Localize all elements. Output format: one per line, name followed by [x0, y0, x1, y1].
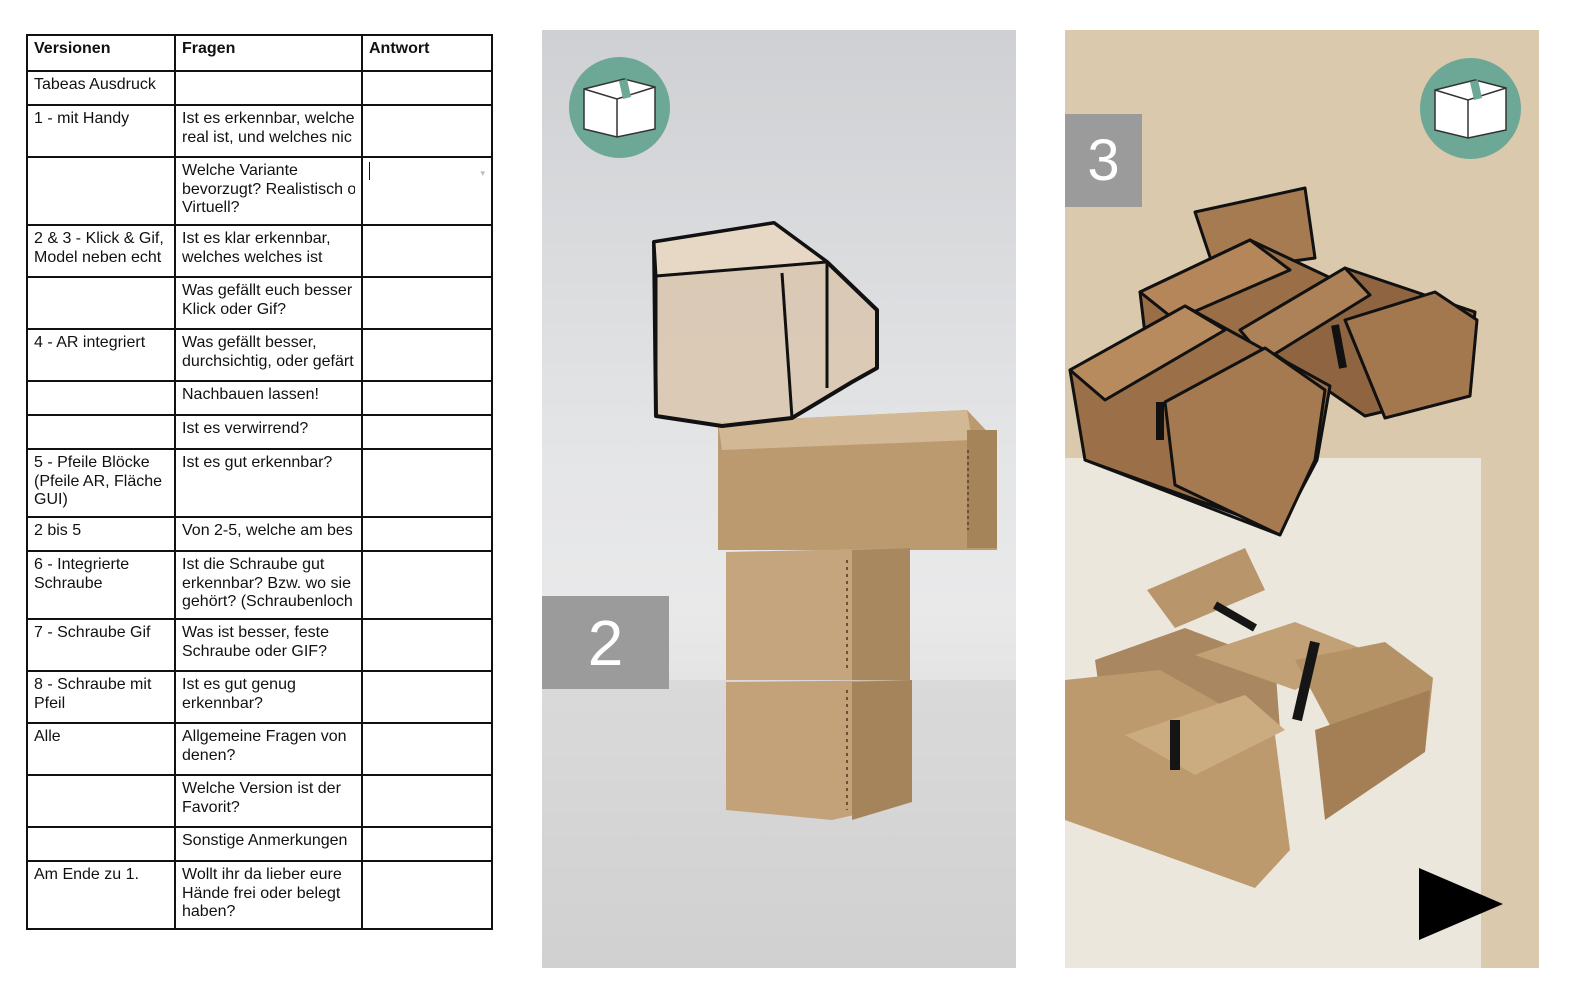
- table-row: 6 - Integrierte Schraube Ist die Schraube …: [26, 550, 493, 620]
- answer-cell[interactable]: [361, 224, 493, 278]
- question-cell[interactable]: Wollt ihr da lieber eure Hände frei oder …: [174, 860, 363, 930]
- table-row: 2 bis 5 Von 2-5, welche am bes: [26, 516, 493, 552]
- version-cell[interactable]: 6 - Integrierte Schraube: [26, 550, 176, 620]
- answer-cell[interactable]: [361, 722, 493, 776]
- question-cell[interactable]: Ist es gut erkennbar?: [174, 448, 363, 518]
- table-row: Tabeas Ausdruck: [26, 70, 493, 106]
- version-cell[interactable]: 1 - mit Handy: [26, 104, 176, 158]
- box-icon[interactable]: [569, 57, 670, 158]
- version-cell[interactable]: 7 - Schraube Gif: [26, 618, 176, 672]
- question-cell[interactable]: Was gefällt euch besser Klick oder Gif?: [174, 276, 363, 330]
- table-row: Alle Allgemeine Fragen von denen?: [26, 722, 493, 776]
- virtual-ar-box: [652, 221, 879, 428]
- answer-cell[interactable]: [361, 380, 493, 416]
- box-icon[interactable]: [1420, 58, 1521, 159]
- column-header-questions: Fragen: [174, 34, 363, 72]
- table-header-row: Versionen Fragen Antwort: [26, 34, 493, 72]
- table-row: Welche Variante bevorzugt? Realistisch oV…: [26, 156, 493, 226]
- version-cell[interactable]: 8 - Schraube mit Pfeil: [26, 670, 176, 724]
- table-row: 5 - Pfeile Blöcke (Pfeile AR, Fläche GUI) I…: [26, 448, 493, 518]
- table-row: 7 - Schraube Gif Was ist besser, feste Sch…: [26, 618, 493, 672]
- table-row: Was gefällt euch besser Klick oder Gif?: [26, 276, 493, 330]
- table-row: Ist es verwirrend?: [26, 414, 493, 450]
- text-cursor: [369, 162, 370, 180]
- version-cell[interactable]: Alle: [26, 722, 176, 776]
- table-row: 2 & 3 - Klick & Gif, Model neben echt Ist …: [26, 224, 493, 278]
- question-cell[interactable]: Ist es verwirrend?: [174, 414, 363, 450]
- answer-cell[interactable]: ▾: [361, 156, 493, 226]
- version-cell[interactable]: [26, 826, 176, 862]
- question-cell[interactable]: [174, 70, 363, 106]
- answer-cell[interactable]: [361, 826, 493, 862]
- answer-cell[interactable]: [361, 70, 493, 106]
- version-cell[interactable]: 2 bis 5: [26, 516, 176, 552]
- table-row: 1 - mit Handy Ist es erkennbar, welche rea…: [26, 104, 493, 158]
- ar-screen-step-2: 2: [542, 30, 1016, 968]
- answer-cell[interactable]: [361, 516, 493, 552]
- column-header-answer: Antwort: [361, 34, 493, 72]
- question-cell[interactable]: Allgemeine Fragen von denen?: [174, 722, 363, 776]
- answer-cell[interactable]: [361, 550, 493, 620]
- answer-cell[interactable]: [361, 414, 493, 450]
- ar-screen-step-3: 3: [1065, 30, 1539, 968]
- answer-cell[interactable]: [361, 448, 493, 518]
- table-row: 8 - Schraube mit Pfeil Ist es gut genug erk…: [26, 670, 493, 724]
- question-cell[interactable]: Von 2-5, welche am bes: [174, 516, 363, 552]
- question-cell[interactable]: Ist es gut genug erkennbar?: [174, 670, 363, 724]
- cell-dropdown-icon[interactable]: ▾: [480, 164, 485, 183]
- step-number-badge: 3: [1065, 114, 1142, 207]
- real-box-arrangement: [1065, 548, 1433, 888]
- question-cell[interactable]: Was gefällt besser, durchsichtig, oder ge…: [174, 328, 363, 382]
- ar-camera-view: [542, 221, 1016, 968]
- version-cell[interactable]: 2 & 3 - Klick & Gif, Model neben echt: [26, 224, 176, 278]
- table-row: Am Ende zu 1. Wollt ihr da lieber eure Hän…: [26, 860, 493, 930]
- step-number-badge: 2: [542, 596, 669, 689]
- table-row: Sonstige Anmerkungen: [26, 826, 493, 862]
- question-cell[interactable]: Ist es erkennbar, welche real ist, und we…: [174, 104, 363, 158]
- table-row: Nachbauen lassen!: [26, 380, 493, 416]
- version-cell[interactable]: Tabeas Ausdruck: [26, 70, 176, 106]
- virtual-box-arrangement: [1068, 186, 1479, 537]
- answer-cell[interactable]: [361, 104, 493, 158]
- version-cell[interactable]: [26, 156, 176, 226]
- version-cell[interactable]: Am Ende zu 1.: [26, 860, 176, 930]
- question-cell[interactable]: Welche Version ist der Favorit?: [174, 774, 363, 828]
- question-cell[interactable]: Ist die Schraube gut erkennbar? Bzw. wo s…: [174, 550, 363, 620]
- question-cell[interactable]: Nachbauen lassen!: [174, 380, 363, 416]
- version-cell[interactable]: 5 - Pfeile Blöcke (Pfeile AR, Fläche GUI): [26, 448, 176, 518]
- answer-cell[interactable]: [361, 670, 493, 724]
- answer-cell[interactable]: [361, 860, 493, 930]
- question-cell[interactable]: Was ist besser, feste Schraube oder GIF?: [174, 618, 363, 672]
- answer-cell[interactable]: [361, 276, 493, 330]
- question-cell[interactable]: Ist es klar erkennbar, welches welches is…: [174, 224, 363, 278]
- play-icon[interactable]: [1417, 866, 1505, 942]
- table-row: 4 - AR integriert Was gefällt besser, durc…: [26, 328, 493, 382]
- question-cell[interactable]: Welche Variante bevorzugt? Realistisch oV…: [174, 156, 363, 226]
- question-cell[interactable]: Sonstige Anmerkungen: [174, 826, 363, 862]
- answer-cell[interactable]: [361, 774, 493, 828]
- version-cell[interactable]: [26, 414, 176, 450]
- table-row: Welche Version ist der Favorit?: [26, 774, 493, 828]
- version-cell[interactable]: 4 - AR integriert: [26, 328, 176, 382]
- test-questions-table: Versionen Fragen Antwort Tabeas Ausdruck…: [26, 34, 493, 930]
- column-header-versions: Versionen: [26, 34, 176, 72]
- answer-cell[interactable]: [361, 618, 493, 672]
- version-cell[interactable]: [26, 276, 176, 330]
- version-cell[interactable]: [26, 774, 176, 828]
- answer-cell[interactable]: [361, 328, 493, 382]
- version-cell[interactable]: [26, 380, 176, 416]
